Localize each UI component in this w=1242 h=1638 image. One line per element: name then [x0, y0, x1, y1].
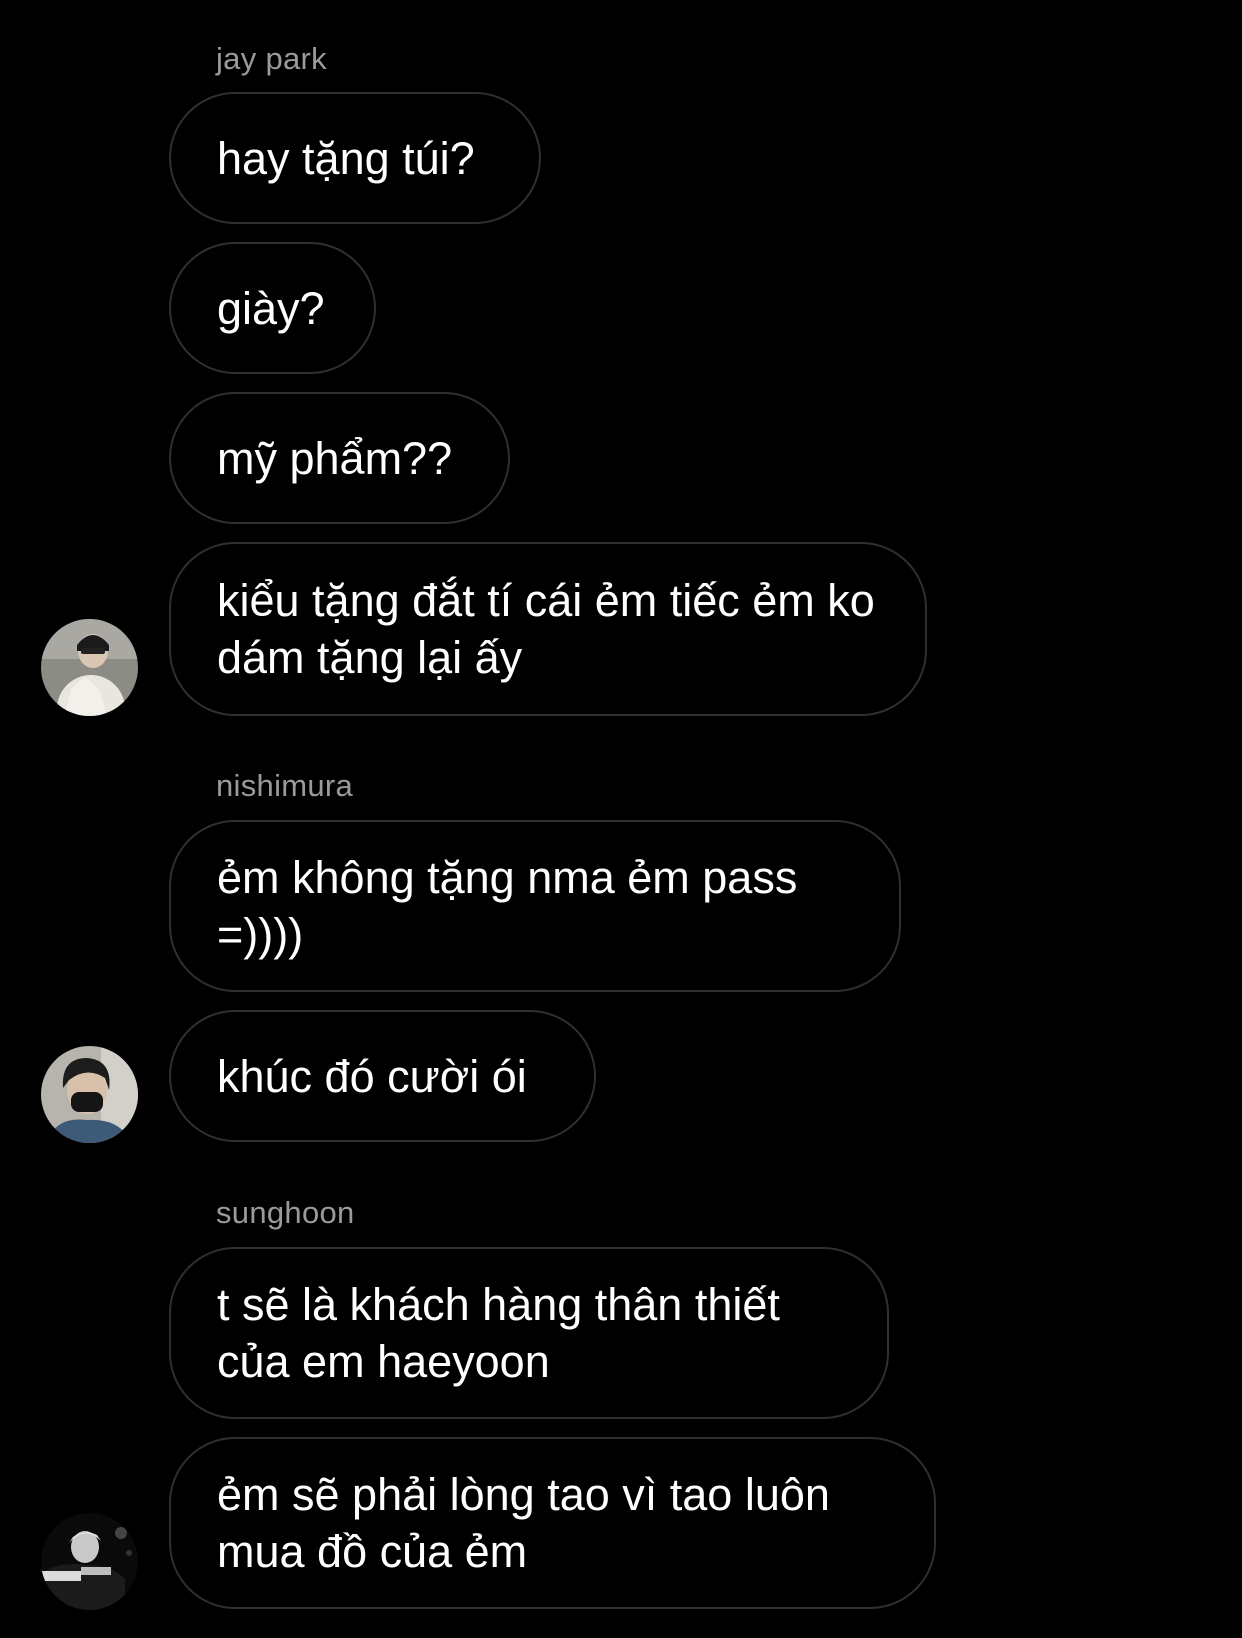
message-bubble[interactable]: ẻm sẽ phải lòng tao vì tao luôn mua đồ c… [169, 1437, 936, 1609]
sender-name-jay-park: jay park [216, 41, 327, 76]
avatar-sunghoon-icon[interactable] [41, 1513, 138, 1610]
avatar-nishimura-icon[interactable] [41, 1046, 138, 1143]
message-bubble[interactable]: khúc đó cười ói [169, 1010, 596, 1142]
message-bubble[interactable]: hay tặng túi? [169, 92, 541, 224]
message-bubble[interactable]: ẻm không tặng nma ẻm pass =)))) [169, 820, 901, 992]
message-bubble[interactable]: mỹ phẩm?? [169, 392, 510, 524]
message-bubble[interactable]: t sẽ là khách hàng thân thiết của em hae… [169, 1247, 889, 1419]
sender-name-sunghoon: sunghoon [216, 1195, 355, 1230]
avatar-jay-park-icon[interactable] [41, 619, 138, 716]
message-bubble[interactable]: giày? [169, 242, 376, 374]
message-bubble[interactable]: kiểu tặng đắt tí cái ẻm tiếc ẻm ko dám t… [169, 542, 927, 716]
sender-name-nishimura: nishimura [216, 768, 354, 803]
